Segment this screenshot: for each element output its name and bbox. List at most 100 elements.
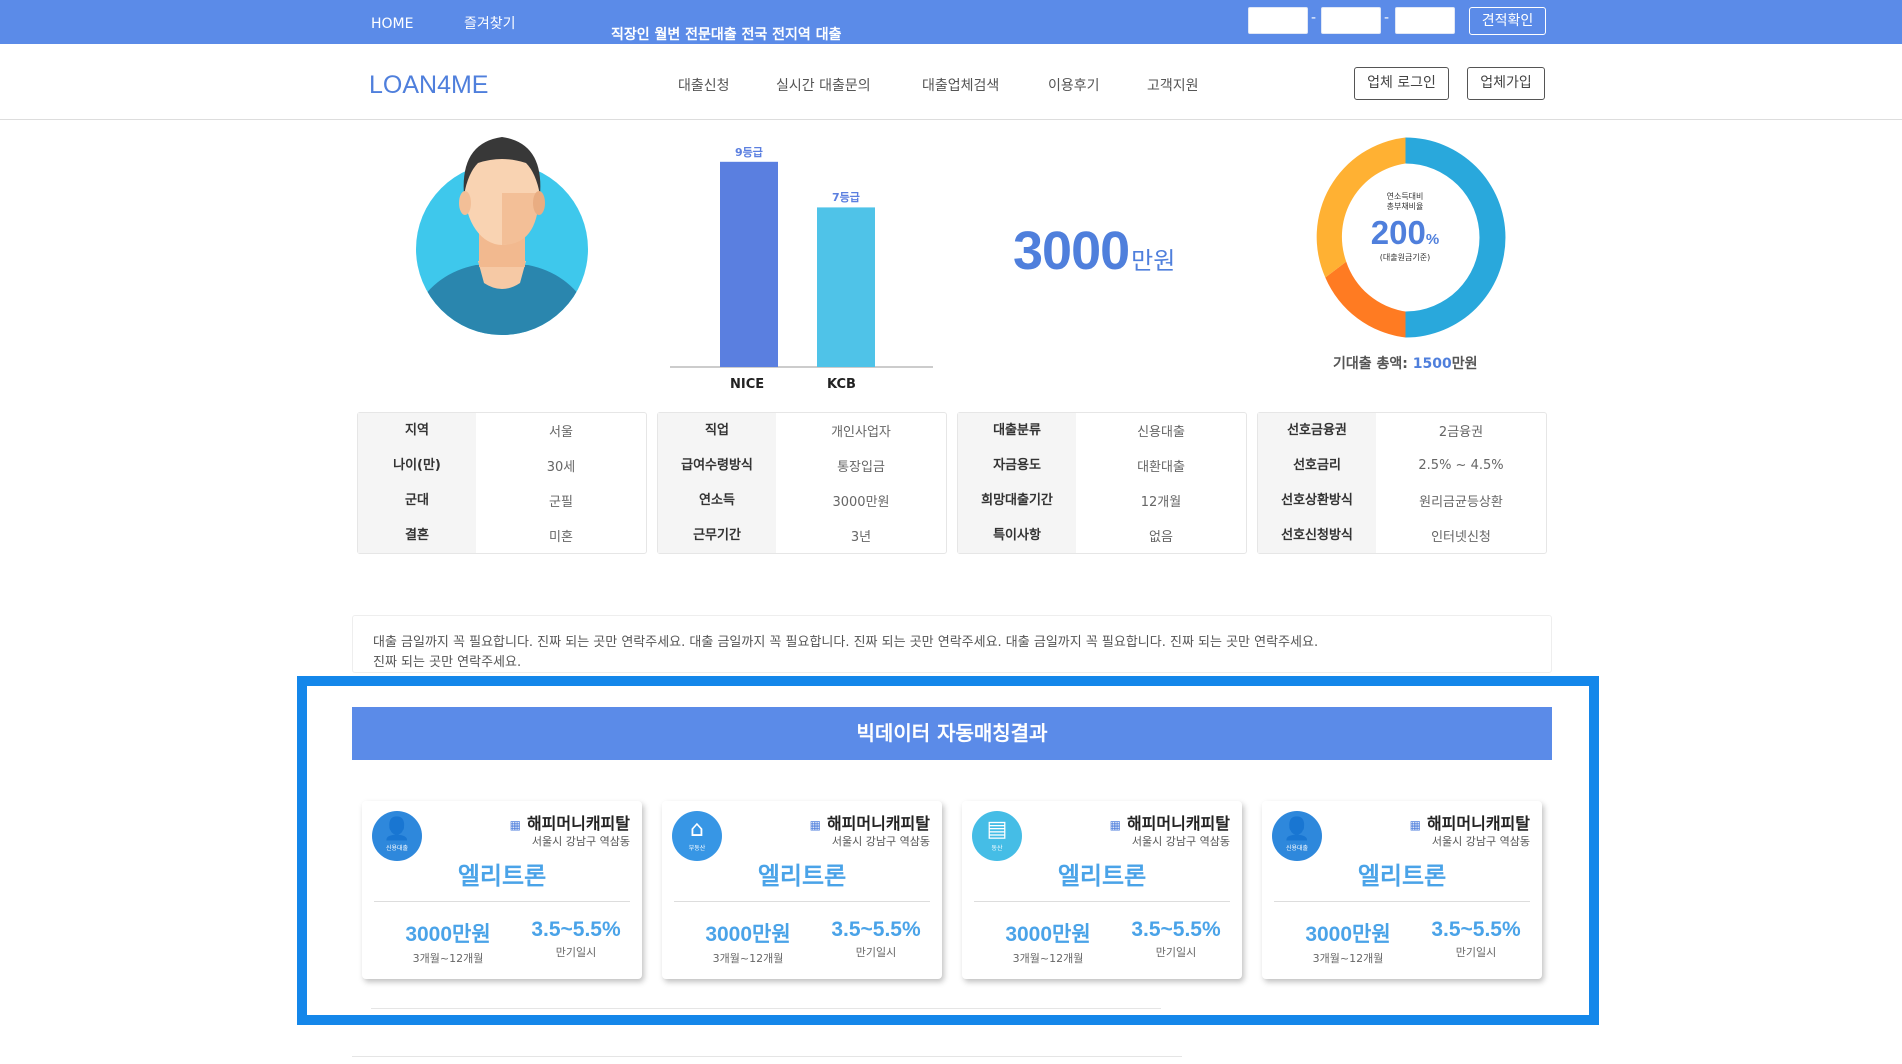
info-key: 선호금리 [1258,448,1376,483]
interest-rate: 3.5~5.5% [1431,918,1521,941]
info-table: 지역 서울나이(만) 30세 군대 군필결혼 미혼 [357,412,647,554]
loan-period: 3개월~12개월 [712,952,784,965]
matching-card[interactable]: ⌂ 부동산 ▦ 해피머니캐피탈 서울시 강남구 역삼동 엘리트론 3000만원 3개월~12개… [662,801,942,979]
company-login-button[interactable]: 업체 로그인 [1354,67,1449,100]
info-key: 나이(만) [358,448,476,483]
company-name: ▦ 해피머니캐피탈 [810,810,930,834]
company-address: 서울시 강남구 역삼동 [1431,835,1530,848]
info-key: 지역 [358,413,476,448]
info-row: 특이사항 없음 [958,518,1246,553]
company-join-button[interactable]: 업체가입 [1467,67,1545,100]
building-icon: ▦ [509,818,521,832]
company-address: 서울시 강남구 역삼동 [1131,835,1230,848]
gold-bars-icon: ▤ 동산 [972,811,1022,861]
info-key: 군대 [358,483,476,518]
product-name: 엘리트론 [457,862,547,890]
card-divider [974,901,1230,902]
interest-rate: 3.5~5.5% [531,918,621,941]
nice-grade-label: 9등급 [735,145,763,159]
matching-card[interactable]: 👤 신용대출 ▦ 해피머니캐피탈서울시 강남구 역삼동엘리트론 3000만원 3개월~12… [1262,801,1542,979]
rate-block: 3.5~5.5% 만기일시 [816,918,936,960]
total-value: 1500 [1412,356,1452,372]
credit-bar-nice [720,161,778,367]
memo-line-1: 대출 금일까지 꼭 필요합니다. 진짜 되는 곳만 연락주세요. 대출 금일까지… [373,635,1319,650]
limit-block: 3000만원 3개월~12개월 [978,918,1118,966]
menu-support[interactable]: 고객지원 [1147,75,1199,95]
loan-category: 부동산 [688,845,706,852]
donut-center: 연소득대비 총부채비율 200% (대출원금기준) [1334,192,1476,263]
rate-block: 3.5~5.5% 만기일시 [1416,918,1536,960]
person-icon: 👤 신용대출 [1272,811,1322,861]
logo[interactable]: LOAN4ME [369,71,488,100]
phone-input-2[interactable] [1321,7,1381,34]
company-address: 서울시 강남구 역삼동 [531,835,630,848]
building-icon: ▦ [1409,818,1421,832]
info-row: 직업 개인사업자 [658,413,946,448]
loan-amount-number: 3000 [1013,221,1130,281]
menu-realtime-inquiry[interactable]: 실시간 대출문의 [776,75,871,95]
loan-limit: 3000만원 [705,923,791,946]
info-key: 선호신청방식 [1258,518,1376,553]
phone-dash: - [1311,10,1317,26]
info-row: 군대 군필 [358,483,646,518]
card-divider [374,901,630,902]
repayment-method: 만기일시 [1455,946,1497,959]
icon-glyph: ⌂ [690,817,704,842]
company-name-text: 해피머니캐피탈 [1126,814,1230,833]
company-name-text: 해피머니캐피탈 [1426,814,1530,833]
info-row: 근무기간 3년 [658,518,946,553]
matching-card[interactable]: 👤 신용대출 ▦ 해피머니캐피탈 서울시 강남구 역삼동 엘리트론 3000만원 3개월~12… [362,801,642,979]
info-key: 선호상환방식 [1258,483,1376,518]
info-key: 급여수령방식 [658,448,776,483]
info-value: 군필 [549,495,573,510]
company-name-text: 해피머니캐피탈 [826,814,930,833]
phone-input-1[interactable] [1248,7,1308,34]
info-key: 희망대출기간 [958,483,1076,518]
kcb-grade-label: 7등급 [832,191,860,205]
top-bar: HOME 즐겨찾기 직장인 월변 전문대출 전국 전지역 대출 - - 견적확인 [0,0,1902,44]
person-icon: 👤 신용대출 [372,811,422,861]
info-key: 연소득 [658,483,776,518]
estimate-button[interactable]: 견적확인 [1469,7,1546,35]
info-row: 연소득 3000만원 [658,483,946,518]
info-value: 서울 [549,425,573,440]
product-name: 엘리트론 [1357,862,1447,890]
ratio-caption-2: 총부채비율 [1386,202,1424,211]
interest-rate: 3.5~5.5% [831,918,921,941]
info-key: 결혼 [358,518,476,553]
company-name: ▦ 해피머니캐피탈 [1110,810,1230,834]
matching-card[interactable]: ▤ 동산 ▦ 해피머니캐피탈 서울시 강남구 역삼동엘리트론 3000만원 3개월~12개월… [962,801,1242,979]
home-link[interactable]: HOME [371,16,413,32]
limit-block: 3000만원 3개월~12개월 [1278,918,1418,966]
info-value: 2.5% ~ 4.5% [1418,458,1504,473]
menu-lender-search[interactable]: 대출업체검색 [922,75,999,95]
info-key: 직업 [658,413,776,448]
info-value: 인터넷신청 [1431,530,1491,545]
user-avatar [416,137,588,335]
ratio-value: 200% [1334,214,1476,252]
existing-loan-total: 기대출 총액: 1500만원 [1333,353,1477,373]
limit-block: 3000만원 3개월~12개월 [378,918,518,966]
company-address: 서울시 강남구 역삼동 [831,835,930,848]
loan-category: 동산 [991,845,1003,852]
menu-reviews[interactable]: 이용후기 [1048,75,1100,95]
rate-block: 3.5~5.5% 만기일시 [516,918,636,960]
card-divider [1274,901,1530,902]
info-value: 2금융권 [1438,425,1484,440]
info-row: 나이(만) 30세 [358,448,646,483]
product-name: 엘리트론 [1057,862,1147,890]
info-key: 대출분류 [958,413,1076,448]
divider [352,1056,1182,1057]
info-value: 미혼 [549,530,573,545]
phone-input-3[interactable] [1395,7,1455,34]
info-table: 선호금융권 2금융권 선호금리 2.5% ~ 4.5% 선호상환방식 원리금균등상환 선호신… [1257,412,1547,554]
info-value: 원리금균등상환 [1419,495,1503,510]
phone-dash: - [1384,10,1390,26]
building-icon: ▦ [809,818,821,832]
info-value: 대환대출 [1137,460,1185,475]
divider [371,1008,1161,1009]
loan-category: 신용대출 [1285,845,1309,852]
favorites-link[interactable]: 즐겨찾기 [464,16,516,32]
repayment-method: 만기일시 [855,946,897,959]
menu-loan-apply[interactable]: 대출신청 [678,75,730,95]
